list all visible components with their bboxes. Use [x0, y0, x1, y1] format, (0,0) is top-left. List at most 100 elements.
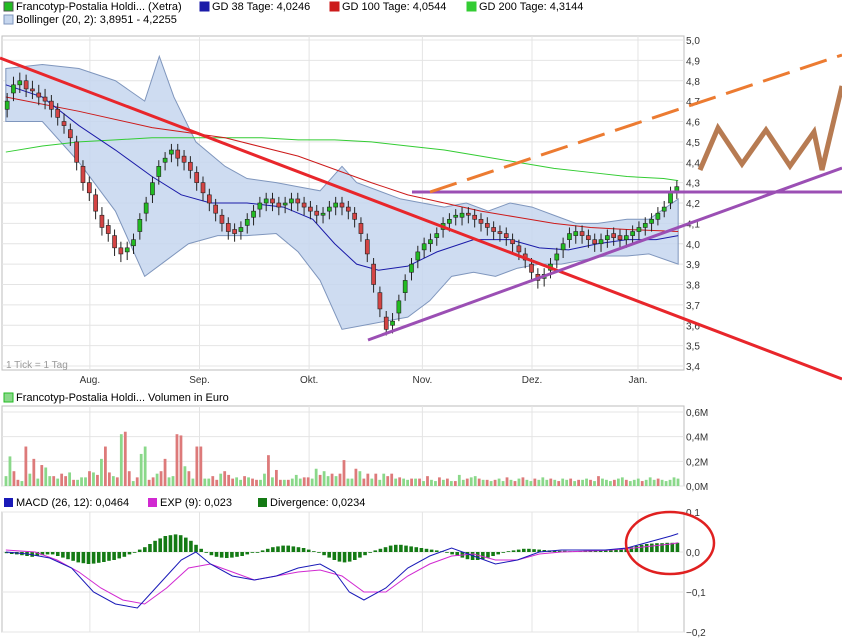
volume-bar: [32, 458, 36, 486]
volume-bar: [211, 476, 215, 486]
volume-bar: [203, 478, 207, 486]
divergence-bar: [409, 546, 413, 552]
volume-bar: [179, 435, 183, 486]
volume-bar: [382, 473, 386, 486]
price-y-tick-label: 4,5: [686, 138, 700, 149]
volume-y-tick-label: 0,4M: [686, 433, 708, 444]
candle-body: [257, 202, 263, 210]
volume-bar: [505, 477, 509, 486]
macd-y-tick-label: −0,2: [686, 628, 706, 639]
volume-bar: [239, 479, 242, 486]
volume-panel: 0,6M 0,4M 0,2M 0,0M: [1, 405, 708, 493]
divergence-bar: [516, 549, 521, 552]
divergence-bar: [322, 552, 326, 556]
divergence-bar: [184, 537, 188, 552]
candle-body: [655, 212, 661, 220]
price-y-tick-label: 4,2: [686, 199, 700, 210]
divergence-bar: [50, 552, 55, 555]
divergence-bar: [61, 552, 65, 558]
legend-label-price: Francotyp-Postalia Holdi... (Xetra): [16, 1, 182, 13]
divergence-bar: [650, 543, 654, 552]
legend-item-gd100: GD 100 Tage: 4,0544: [329, 1, 446, 13]
candle-body: [383, 316, 389, 330]
divergence-bar: [434, 550, 439, 552]
volume-bar: [394, 478, 398, 486]
candle-body: [169, 149, 174, 155]
divergence-bar: [532, 549, 536, 552]
divergence-bar: [675, 542, 680, 552]
candle-body: [352, 212, 357, 220]
stock-chart: 5,04,94,84,74,64,54,44,34,24,14,03,93,83…: [0, 1, 842, 639]
candle-body: [327, 206, 332, 212]
candle-body: [86, 182, 92, 194]
candle-body: [466, 212, 471, 216]
divergence-bar: [414, 547, 419, 552]
divergence-bar: [317, 552, 321, 553]
candle-body: [364, 239, 370, 255]
candle-body: [42, 96, 48, 102]
volume-bar: [557, 481, 561, 486]
volume-bar: [362, 478, 366, 486]
volume-bar: [605, 479, 608, 486]
volume-bar: [648, 477, 652, 486]
candle-body: [377, 292, 383, 310]
divergence-bar: [486, 552, 490, 558]
volume-bar: [573, 481, 577, 486]
volume-bar: [330, 473, 334, 486]
divergence-bar: [71, 552, 75, 561]
divergence-bar: [481, 552, 485, 560]
legend-swatch-divergence: [258, 498, 267, 507]
candle-body: [238, 227, 244, 232]
volume-bar: [426, 476, 429, 486]
volume-bar: [52, 476, 56, 486]
candle-body: [478, 219, 484, 224]
volume-bar: [290, 478, 294, 486]
candle-body: [11, 84, 16, 94]
volume-bar: [354, 468, 358, 486]
volume-bar: [159, 471, 163, 486]
divergence-bar: [373, 550, 378, 552]
divergence-bar: [496, 552, 500, 555]
volume-bar: [104, 446, 107, 486]
volume-bar: [589, 479, 592, 486]
volume-bar: [123, 431, 127, 486]
candle-body: [162, 157, 168, 163]
volume-bar: [442, 479, 445, 486]
price-x-tick-label: Dez.: [522, 375, 543, 386]
macd-y-ticks: 0,10,0−0,1−0,2: [686, 508, 706, 639]
price-y-tick-label: 4,6: [686, 118, 700, 129]
candle-body: [282, 202, 288, 206]
legend-item-macd: MACD (26, 12): 0,0464: [4, 497, 129, 509]
candle-body: [396, 300, 402, 314]
price-x-ticks: Aug. Sep. Okt. Nov. Dez. Jan.: [80, 375, 648, 386]
volume-bar: [334, 476, 338, 486]
candle-body: [68, 129, 73, 139]
divergence-bar: [271, 547, 275, 552]
divergence-bar: [255, 552, 260, 553]
divergence-bar: [107, 552, 111, 561]
volume-bar: [64, 476, 68, 486]
legend-macd: MACD (26, 12): 0,0464 EXP (9): 0,023 Div…: [4, 497, 365, 509]
candle-body: [623, 235, 629, 240]
legend-item-bollinger: Bollinger (20, 2): 3,8951 - 4,2255: [3, 14, 177, 26]
divergence-bar: [429, 549, 434, 552]
candle-body: [447, 219, 452, 224]
candle-body: [143, 202, 149, 214]
volume-bar: [537, 479, 541, 486]
legend-label-exp: EXP (9): 0,023: [160, 497, 232, 509]
volume-bar: [517, 478, 521, 486]
volume-bar: [318, 474, 322, 486]
divergence-bar: [393, 544, 398, 552]
volume-bar: [481, 479, 485, 486]
divergence-bar: [86, 552, 91, 564]
divergence-bar: [358, 552, 362, 558]
volume-bar: [119, 434, 123, 486]
volume-bar: [509, 479, 513, 486]
divergence-bar: [132, 552, 137, 553]
volume-bar: [263, 473, 266, 486]
divergence-bar: [265, 548, 270, 552]
volume-bar: [449, 481, 453, 486]
price-y-tick-label: 5,0: [686, 36, 700, 47]
candle-body: [421, 243, 427, 251]
divergence-bar: [388, 545, 393, 552]
